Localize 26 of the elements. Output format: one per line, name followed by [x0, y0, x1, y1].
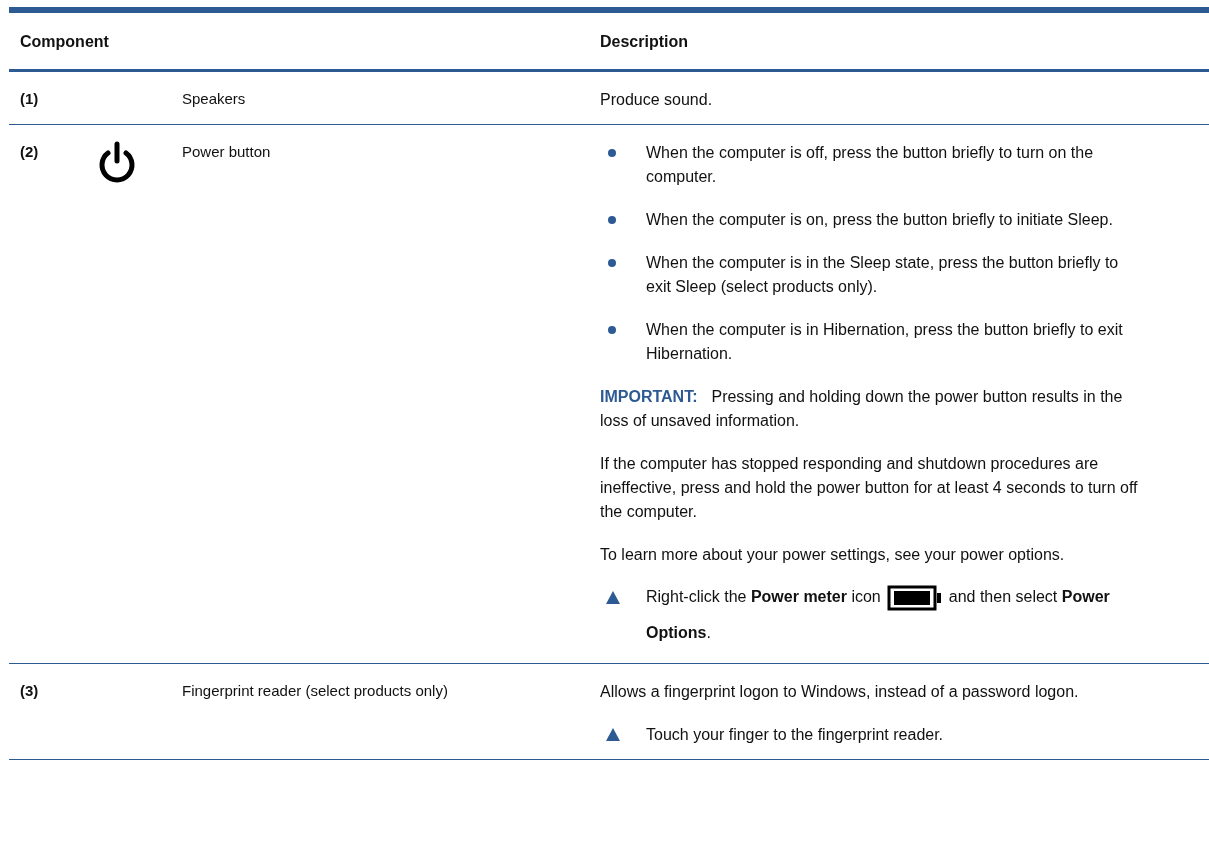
bullet-text: When the computer is off, press the button briefly to turn on the computer.: [646, 143, 1095, 187]
bullet-icon: [608, 259, 616, 267]
bullet-text: When the computer is in the Sleep state, press the button briefly to exit Sleep (select products only).: [646, 253, 1120, 297]
step-text: Touch your finger to the fingerprint reader.: [646, 725, 944, 745]
triangle-icon: [606, 591, 620, 604]
component-name: Power button: [182, 142, 272, 162]
battery-icon: [886, 584, 943, 611]
description-text: If the computer has stopped responding and shutdown procedures are ineffective, press and hold the power button for at least 4 seconds to turn off the computer.: [600, 454, 1139, 522]
column-header: Component: [19, 32, 110, 52]
description-text: To learn more about your power settings, see your power options.: [600, 545, 1066, 565]
component-name: Fingerprint reader (select products only): [182, 681, 449, 701]
bullet-icon: [608, 216, 616, 224]
component-number: (1): [19, 89, 40, 109]
component-number: (2): [19, 142, 40, 162]
bullet-text: When the computer is on, press the button briefly to initiate Sleep.: [646, 210, 1113, 230]
component-name: Speakers: [182, 89, 247, 109]
bullet-text: When the computer is in Hibernation, press the button briefly to exit Hibernation.: [646, 320, 1124, 364]
step-text: Right-click the Power meter icon and then select Power Options.: [646, 579, 1145, 651]
triangle-icon: [606, 728, 620, 741]
description-text: Allows a fingerprint logon to Windows, instead of a password logon.: [600, 682, 1080, 702]
important-note: IMPORTANT: Pressing and holding down the power button results in the loss of unsaved information.: [600, 387, 1124, 431]
bullet-icon: [608, 149, 616, 157]
column-header: Description: [600, 32, 689, 52]
bullet-icon: [608, 326, 616, 334]
component-number: (3): [19, 681, 40, 701]
description-text: Produce sound.: [600, 90, 714, 110]
